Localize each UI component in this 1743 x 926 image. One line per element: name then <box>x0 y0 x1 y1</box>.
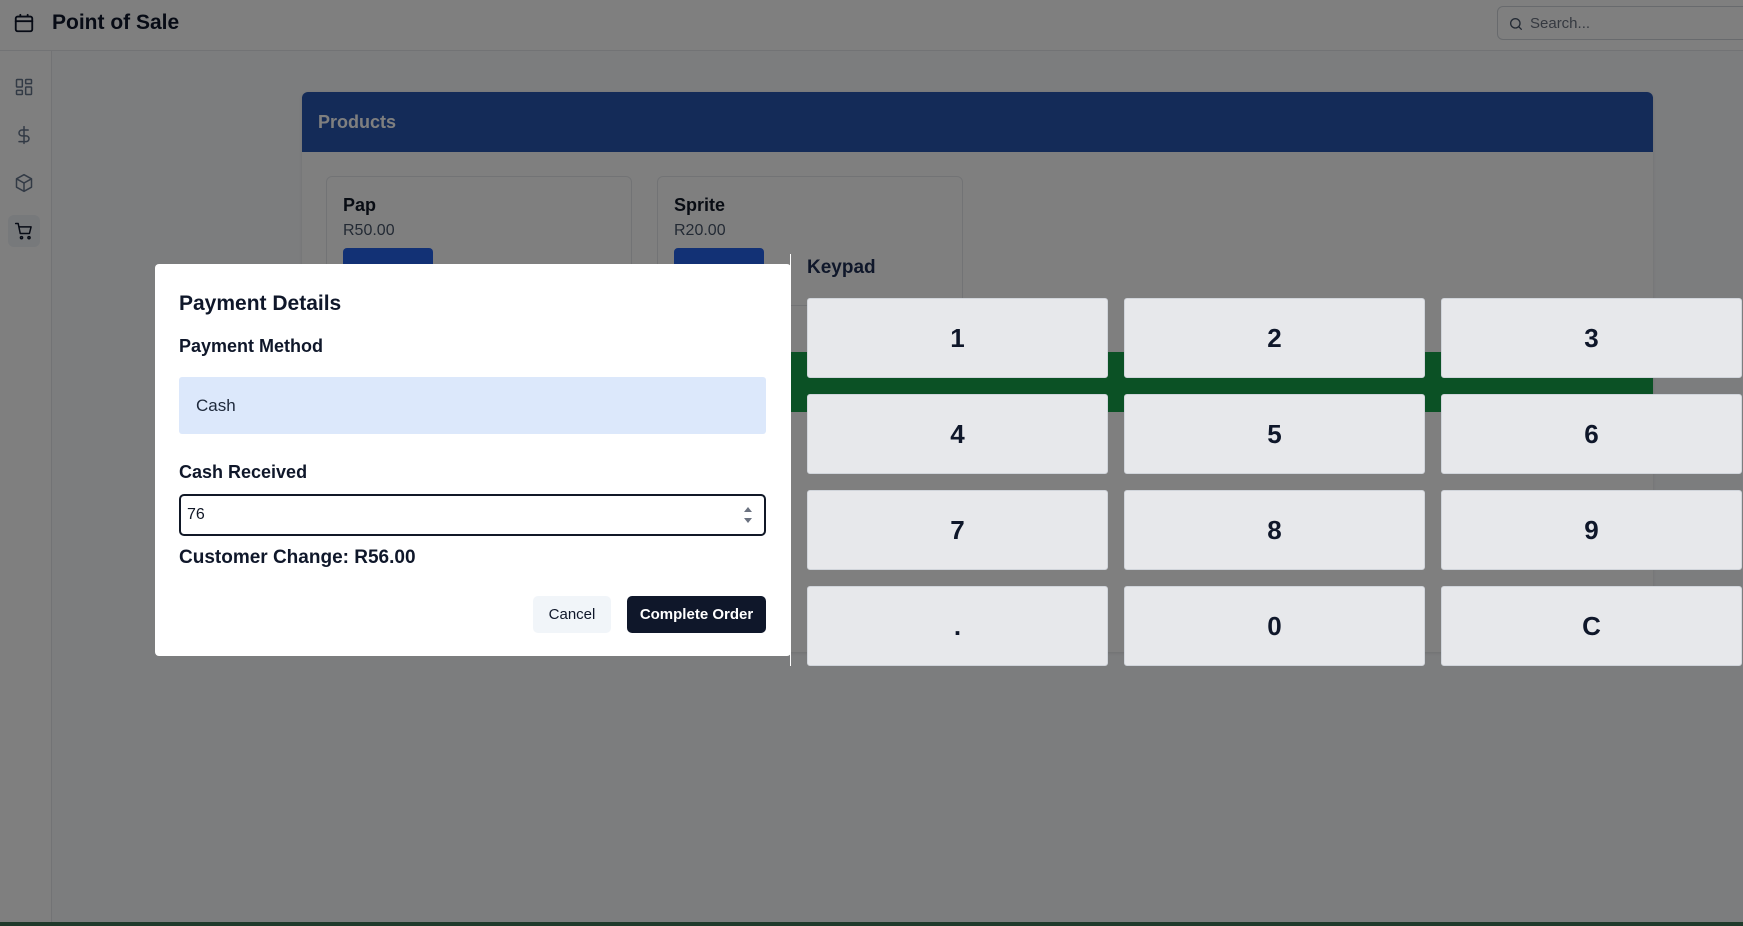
keypad-key-0[interactable]: 0 <box>1124 586 1425 666</box>
cash-received-field[interactable] <box>179 494 766 536</box>
keypad-key-2[interactable]: 2 <box>1124 298 1425 378</box>
customer-change: Customer Change: R56.00 <box>179 547 416 568</box>
payment-method-select[interactable]: Cash <box>179 377 766 434</box>
keypad-key-6[interactable]: 6 <box>1441 394 1742 474</box>
keypad-key-5[interactable]: 5 <box>1124 394 1425 474</box>
keypad-key-decimal[interactable]: . <box>807 586 1108 666</box>
keypad-key-9[interactable]: 9 <box>1441 490 1742 570</box>
keypad-key-3[interactable]: 3 <box>1441 298 1742 378</box>
cash-received-label: Cash Received <box>179 462 308 482</box>
keypad-divider <box>790 254 791 666</box>
number-spinner-icon[interactable] <box>742 504 754 526</box>
keypad-key-7[interactable]: 7 <box>807 490 1108 570</box>
dialog-title: Payment Details <box>179 292 342 315</box>
payment-method-value: Cash <box>196 395 236 415</box>
keypad-key-8[interactable]: 8 <box>1124 490 1425 570</box>
keypad-title: Keypad <box>807 257 876 278</box>
keypad-key-4[interactable]: 4 <box>807 394 1108 474</box>
payment-method-label: Payment Method <box>179 336 324 356</box>
bottom-strip <box>0 922 1743 926</box>
cancel-button[interactable]: Cancel <box>533 596 611 633</box>
keypad-key-1[interactable]: 1 <box>807 298 1108 378</box>
cash-received-input[interactable] <box>187 503 707 527</box>
keypad-key-clear[interactable]: C <box>1441 586 1742 666</box>
complete-order-button[interactable]: Complete Order <box>627 596 766 633</box>
payment-dialog: Payment Details Payment Method Cash Cash… <box>155 264 791 656</box>
